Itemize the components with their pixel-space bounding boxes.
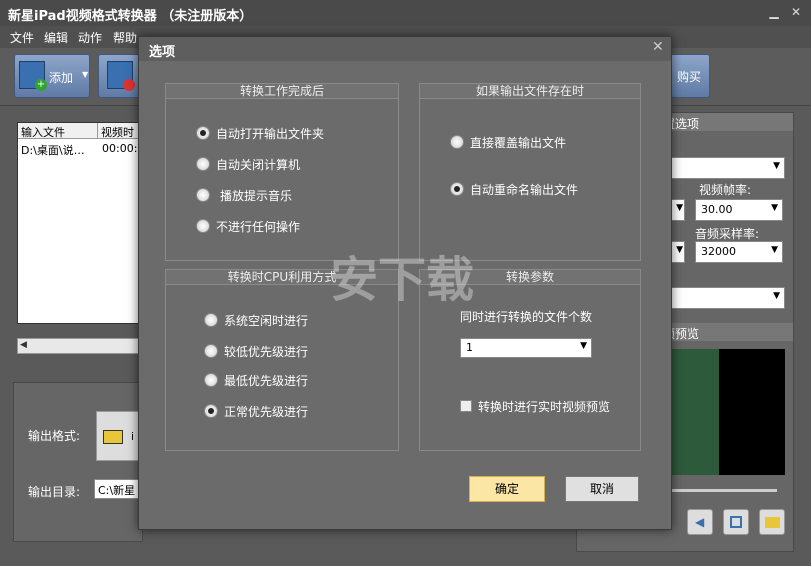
menu-help[interactable]: 帮助 <box>113 29 137 46</box>
concurrent-count-label: 同时进行转换的文件个数 <box>460 310 593 324</box>
minus-icon <box>123 79 135 91</box>
profile-select[interactable]: ▼ <box>671 157 785 179</box>
realtime-preview-checkbox[interactable] <box>460 400 472 412</box>
concurrent-count-select[interactable]: 1 ▼ <box>460 338 592 358</box>
radio-rename[interactable] <box>450 182 464 196</box>
chevron-down-icon: ▼ <box>773 161 780 171</box>
radio-low[interactable] <box>204 344 218 358</box>
speaker-icon: ◀ <box>695 515 705 529</box>
option-overwrite[interactable]: 直接覆盖输出文件 <box>470 134 566 151</box>
close-icon[interactable]: ✕ <box>788 4 804 20</box>
output-panel: 输出格式: i 输出目录: C:\新星 <box>13 382 144 542</box>
chevron-down-icon: ▼ <box>82 70 89 79</box>
ipad-icon <box>103 430 123 444</box>
chevron-down-icon: ▼ <box>676 245 683 255</box>
buy-label: 购买 <box>677 70 702 84</box>
chevron-down-icon: ▼ <box>773 291 780 301</box>
menu-edit[interactable]: 编辑 <box>44 29 68 46</box>
option-lowest[interactable]: 最低优先级进行 <box>224 372 308 389</box>
menu-file[interactable]: 文件 <box>10 29 34 46</box>
title-bar: 新星iPad视频格式转换器 （未注册版本） ▁ ✕ <box>0 0 811 26</box>
option-normal[interactable]: 正常优先级进行 <box>224 403 308 420</box>
column-header-input[interactable]: 输入文件 <box>18 123 98 139</box>
group-after-finish-title: 转换工作完成后 <box>166 84 398 99</box>
group-file-exists: 如果输出文件存在时 直接覆盖输出文件 自动重命名输出文件 <box>419 83 641 261</box>
output-format-selector[interactable]: i <box>96 411 144 461</box>
radio-shutdown[interactable] <box>196 157 210 171</box>
left-select-1[interactable]: ▼ <box>671 199 685 221</box>
file-list[interactable]: 输入文件 视频时 D:\桌面\说… 00:00:( <box>17 122 148 324</box>
fps-select[interactable]: 30.00 ▼ <box>695 199 783 221</box>
output-format-value: i <box>131 430 135 443</box>
chevron-down-icon: ▼ <box>676 203 683 213</box>
output-dir-field[interactable]: C:\新星 <box>94 479 144 499</box>
settings-section-header: 置选项 <box>657 113 793 131</box>
sample-rate-select[interactable]: 32000 ▼ <box>695 241 783 263</box>
option-idle[interactable]: 系统空闲时进行 <box>224 312 308 329</box>
option-open-folder[interactable]: 自动打开输出文件夹 <box>216 125 324 142</box>
dialog-title-bar: 选项 ✕ <box>139 37 671 61</box>
sample-rate-value: 32000 <box>701 245 736 258</box>
scroll-left-icon[interactable]: ◀ <box>20 340 27 350</box>
option-shutdown[interactable]: 自动关闭计算机 <box>216 156 300 173</box>
radio-overwrite[interactable] <box>450 135 464 149</box>
volume-button[interactable]: ◀ <box>687 509 713 535</box>
radio-lowest[interactable] <box>204 373 218 387</box>
output-dir-label: 输出目录: <box>28 485 81 499</box>
chevron-down-icon: ▼ <box>771 203 778 213</box>
realtime-preview-label[interactable]: 转换时进行实时视频预览 <box>478 398 610 415</box>
sample-rate-label: 音频采样率: <box>695 227 760 241</box>
plus-icon: + <box>35 79 47 91</box>
option-play-sound[interactable]: 播放提示音乐 <box>220 187 292 204</box>
file-row-name[interactable]: D:\桌面\说… <box>21 142 85 158</box>
left-select-2[interactable]: ▼ <box>671 241 685 263</box>
camera-icon <box>730 516 742 528</box>
open-folder-button[interactable] <box>759 509 785 535</box>
cancel-button[interactable]: 取消 <box>565 476 639 502</box>
concurrent-count-value: 1 <box>466 341 473 354</box>
output-format-label: 输出格式: <box>28 429 81 443</box>
option-do-nothing[interactable]: 不进行任何操作 <box>216 218 300 235</box>
group-after-finish: 转换工作完成后 自动打开输出文件夹 自动关闭计算机 播放提示音乐 不进行任何操作 <box>165 83 399 261</box>
folder-icon <box>765 517 780 528</box>
add-button[interactable]: + 添加 ▼ <box>14 54 90 98</box>
option-rename[interactable]: 自动重命名输出文件 <box>470 181 578 198</box>
preview-progress-bar[interactable] <box>671 489 777 492</box>
preview-black-area <box>719 349 785 475</box>
chevron-down-icon: ▼ <box>580 341 587 351</box>
horizontal-scrollbar[interactable]: ◀ <box>17 338 147 354</box>
minimize-icon[interactable]: ▁ <box>766 4 782 20</box>
option-low[interactable]: 较低优先级进行 <box>224 343 308 360</box>
add-label: 添加 <box>49 71 74 85</box>
dialog-title: 选项 <box>149 45 176 60</box>
snapshot-button[interactable] <box>723 509 749 535</box>
fps-value: 30.00 <box>701 203 733 216</box>
watermark-logo: 安下载 <box>330 252 475 308</box>
fps-label: 视频帧率: <box>699 183 752 197</box>
close-icon[interactable]: ✕ <box>652 39 664 55</box>
group-file-exists-title: 如果输出文件存在时 <box>420 84 640 99</box>
radio-normal[interactable] <box>204 404 218 418</box>
preview-section-header: 频预览 <box>657 323 793 341</box>
radio-open-folder[interactable] <box>196 126 210 140</box>
radio-do-nothing[interactable] <box>196 219 210 233</box>
menu-action[interactable]: 动作 <box>78 29 102 46</box>
audio-select[interactable]: ▼ <box>671 287 785 309</box>
ok-button[interactable]: 确定 <box>469 476 545 502</box>
chevron-down-icon: ▼ <box>771 245 778 255</box>
app-title: 新星iPad视频格式转换器 （未注册版本） <box>8 9 253 24</box>
radio-play-sound[interactable] <box>196 188 210 202</box>
remove-button[interactable] <box>98 54 140 98</box>
radio-idle[interactable] <box>204 313 218 327</box>
file-row-duration[interactable]: 00:00:( <box>102 142 142 155</box>
